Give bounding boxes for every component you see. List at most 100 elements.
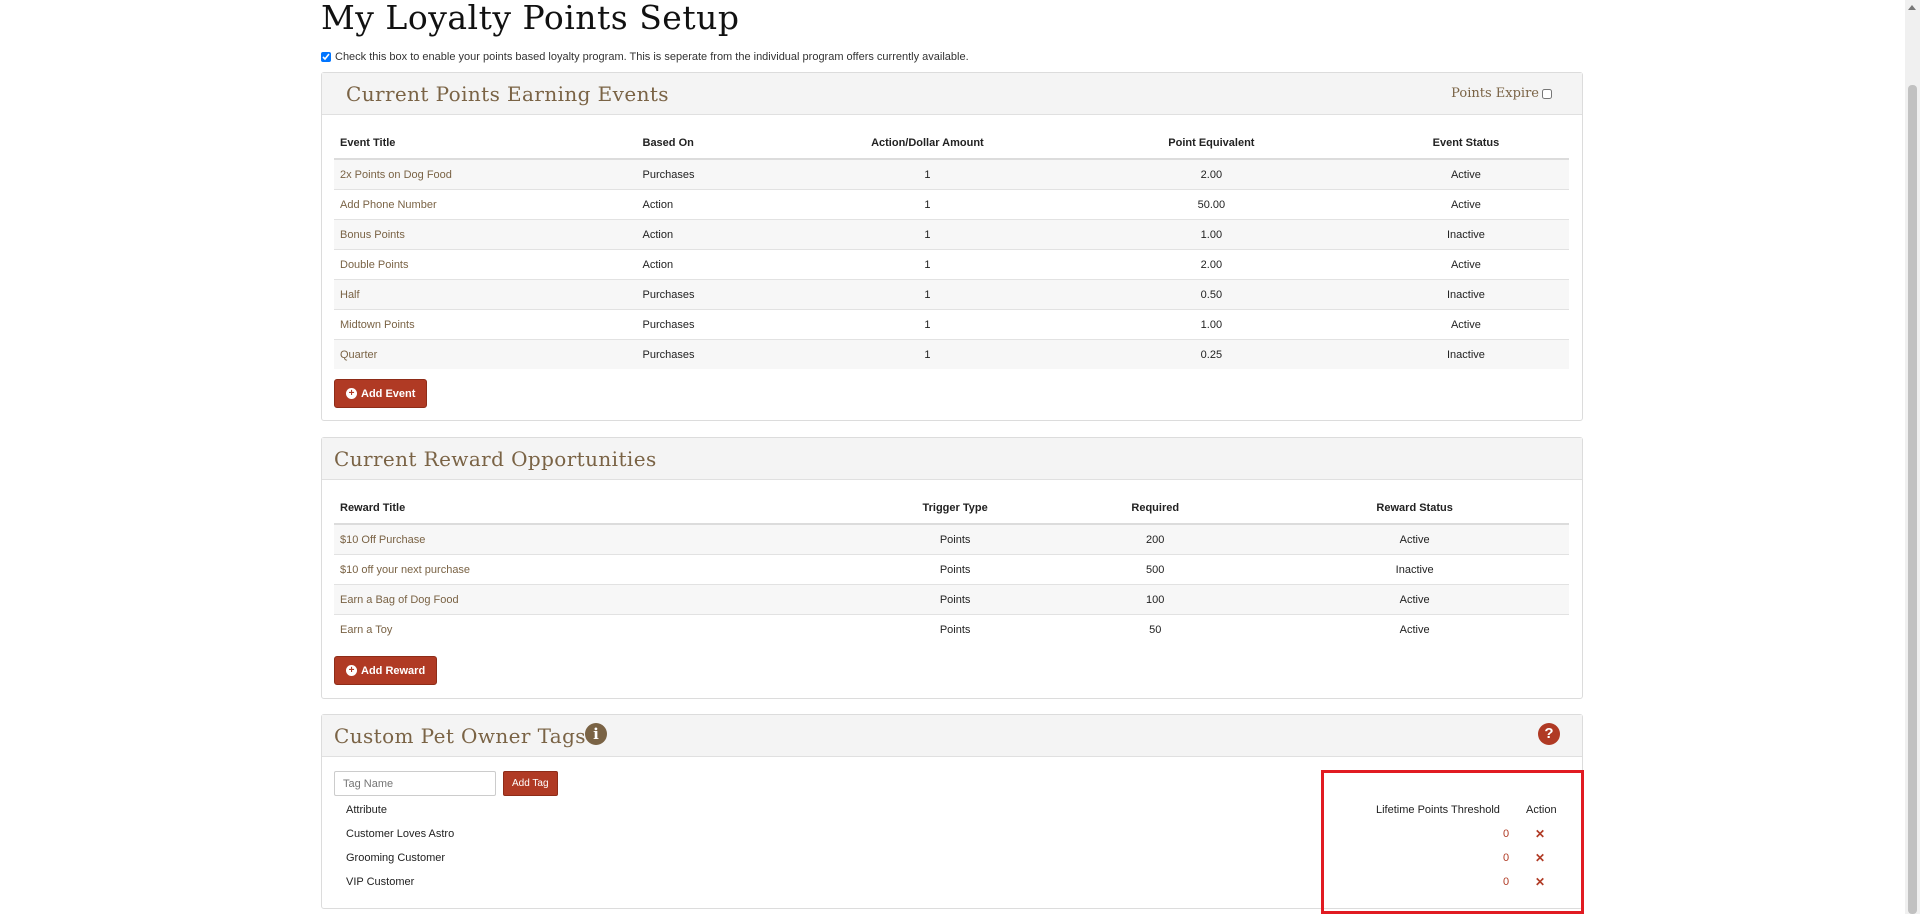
enable-program-label: Check this box to enable your points bas… xyxy=(335,51,969,63)
reward-required: 50 xyxy=(1149,623,1162,636)
table-row: Earn a Bag of Dog Food Points 100 Active xyxy=(334,584,1569,615)
points-expire: Points Expire xyxy=(1451,86,1552,101)
points-expire-label: Points Expire xyxy=(1451,86,1539,101)
add-reward-button[interactable]: + Add Reward xyxy=(334,656,438,685)
event-amount: 1 xyxy=(794,189,1060,220)
event-amount: 1 xyxy=(794,309,1060,340)
reward-status: Inactive xyxy=(1260,554,1569,585)
event-title-link[interactable]: Add Phone Number xyxy=(334,189,637,220)
page-title: My Loyalty Points Setup xyxy=(321,0,740,37)
table-row: Quarter Purchases 1 0.25 Inactive xyxy=(334,339,1569,369)
col-reward-title: Reward Title xyxy=(334,493,861,525)
reward-title-link[interactable]: Earn a Bag of Dog Food xyxy=(334,584,861,615)
table-row: Half Purchases 1 0.50 Inactive xyxy=(334,279,1569,310)
col-trigger-type: Trigger Type xyxy=(860,493,1051,525)
table-row: Add Phone Number Action 1 50.00 Active xyxy=(334,189,1569,220)
col-based-on: Based On xyxy=(636,128,795,160)
col-reward-status: Reward Status xyxy=(1260,493,1569,525)
reward-trigger: Points xyxy=(860,554,1051,585)
reward-title-link[interactable]: Earn a Toy xyxy=(334,615,860,645)
reward-status: Active xyxy=(1399,623,1430,636)
reward-trigger: Points xyxy=(939,623,971,636)
table-row: $10 Off Purchase Points 200 Active xyxy=(334,524,1569,555)
event-points: 0.25 xyxy=(1059,339,1363,369)
help-icon[interactable]: ? xyxy=(1538,723,1560,745)
event-status: Active xyxy=(1362,309,1569,340)
event-based-on: Action xyxy=(636,249,795,280)
col-required: Required xyxy=(1050,493,1261,525)
attribute-header: Attribute xyxy=(346,804,387,816)
tag-name-input[interactable] xyxy=(334,771,496,796)
events-panel-title: Current Points Earning Events xyxy=(346,82,669,106)
scroll-up-icon[interactable] xyxy=(1908,5,1916,10)
rewards-panel: Current Reward Opportunities Reward Titl… xyxy=(321,437,1583,699)
table-row: Double Points Action 1 2.00 Active xyxy=(334,249,1569,280)
tag-name: VIP Customer xyxy=(346,876,415,888)
event-title-link[interactable]: Bonus Points xyxy=(334,219,637,250)
tag-name: Customer Loves Astro xyxy=(346,828,455,840)
rewards-table: Reward Title Trigger Type Required Rewar… xyxy=(334,493,1569,644)
table-row: 2x Points on Dog Food Purchases 1 2.00 A… xyxy=(334,159,1569,190)
events-table: Event Title Based On Action/Dollar Amoun… xyxy=(334,128,1569,369)
event-status: Inactive xyxy=(1362,279,1569,310)
event-points: 0.50 xyxy=(1059,279,1363,310)
reward-title-link[interactable]: $10 off your next purchase xyxy=(334,554,861,585)
events-table-header: Event Title Based On Action/Dollar Amoun… xyxy=(334,128,1569,160)
event-based-on: Action xyxy=(636,219,795,250)
reward-trigger: Points xyxy=(860,524,1051,555)
table-row: Midtown Points Purchases 1 1.00 Active xyxy=(334,309,1569,340)
page-scrollbar[interactable] xyxy=(1905,0,1920,914)
reward-required: 500 xyxy=(1050,554,1261,585)
event-status: Inactive xyxy=(1362,339,1569,369)
reward-required: 200 xyxy=(1050,524,1261,555)
event-based-on: Purchases xyxy=(636,159,795,190)
event-points: 2.00 xyxy=(1059,159,1363,190)
events-panel: Current Points Earning Events Points Exp… xyxy=(321,72,1583,421)
event-amount: 1 xyxy=(794,219,1060,250)
tag-name: Grooming Customer xyxy=(346,852,446,864)
reward-title-link[interactable]: $10 Off Purchase xyxy=(334,524,861,555)
col-action-amount: Action/Dollar Amount xyxy=(794,128,1060,160)
event-title-link[interactable]: Quarter xyxy=(334,339,637,369)
table-row: Earn a Toy Points 50 Active xyxy=(334,615,1569,645)
rewards-table-header: Reward Title Trigger Type Required Rewar… xyxy=(334,493,1569,525)
event-amount: 1 xyxy=(794,159,1060,190)
col-event-title: Event Title xyxy=(334,128,637,160)
event-title-link[interactable]: Half xyxy=(334,279,637,310)
scroll-thumb[interactable] xyxy=(1908,85,1917,914)
event-status: Active xyxy=(1362,159,1569,190)
points-expire-checkbox[interactable] xyxy=(1542,88,1552,99)
event-points: 50.00 xyxy=(1059,189,1363,220)
event-title-link[interactable]: 2x Points on Dog Food xyxy=(334,159,637,190)
add-tag-button[interactable]: Add Tag xyxy=(503,771,558,796)
event-amount: 1 xyxy=(794,339,1060,369)
reward-required: 100 xyxy=(1050,584,1261,615)
tags-panel-header: Custom Pet Owner Tags i ? xyxy=(322,715,1582,757)
events-panel-header: Current Points Earning Events Points Exp… xyxy=(322,73,1582,115)
enable-program-row: Check this box to enable your points bas… xyxy=(321,51,969,63)
col-event-status: Event Status xyxy=(1362,128,1569,160)
event-points: 1.00 xyxy=(1059,219,1363,250)
event-based-on: Action xyxy=(636,189,795,220)
reward-trigger: Points xyxy=(860,584,1051,615)
event-amount: 1 xyxy=(794,279,1060,310)
enable-program-checkbox[interactable] xyxy=(321,52,331,62)
col-point-equivalent: Point Equivalent xyxy=(1059,128,1363,160)
plus-circle-icon: + xyxy=(346,388,357,399)
table-row: $10 off your next purchase Points 500 In… xyxy=(334,554,1569,585)
event-status: Active xyxy=(1362,189,1569,220)
event-title-link[interactable]: Midtown Points xyxy=(334,309,637,340)
info-icon[interactable]: i xyxy=(585,723,607,745)
rewards-panel-header: Current Reward Opportunities xyxy=(322,438,1582,480)
tags-panel-title: Custom Pet Owner Tags xyxy=(334,724,586,748)
event-status: Active xyxy=(1362,249,1569,280)
table-row: Bonus Points Action 1 1.00 Inactive xyxy=(334,219,1569,250)
event-title-link[interactable]: Double Points xyxy=(334,249,637,280)
plus-circle-icon: + xyxy=(346,665,357,676)
event-based-on: Purchases xyxy=(636,309,795,340)
event-points: 1.00 xyxy=(1059,309,1363,340)
rewards-panel-title: Current Reward Opportunities xyxy=(334,447,657,471)
add-event-label: Add Event xyxy=(361,387,416,400)
event-amount: 1 xyxy=(794,249,1060,280)
add-event-button[interactable]: + Add Event xyxy=(334,379,428,408)
